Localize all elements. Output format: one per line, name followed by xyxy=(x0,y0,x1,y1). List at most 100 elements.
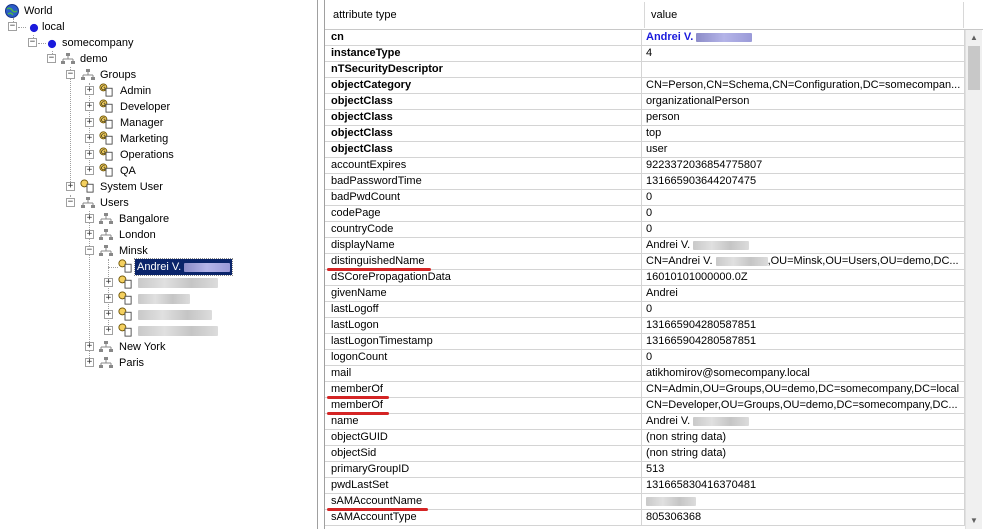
attribute-value[interactable] xyxy=(642,62,965,78)
selected-user-label: Andrei V. xyxy=(133,258,234,276)
attribute-value[interactable]: 805306368 xyxy=(642,510,965,526)
attribute-value[interactable]: 131665903644207475 xyxy=(642,174,965,190)
expand-toggle[interactable]: + xyxy=(85,134,94,143)
attribute-row[interactable]: memberOf CN=Developer,OU=Groups,OU=demo,D… xyxy=(325,398,965,415)
org-unit-icon xyxy=(99,357,113,368)
attribute-value[interactable]: 0 xyxy=(642,350,965,366)
attribute-value[interactable] xyxy=(642,494,965,510)
expand-toggle[interactable]: + xyxy=(104,310,113,319)
attribute-value[interactable]: person xyxy=(642,110,965,126)
attribute-value[interactable]: 9223372036854775807 xyxy=(642,158,965,174)
attribute-row[interactable]: badPasswordTime 131665903644207475 xyxy=(325,174,965,190)
expand-toggle[interactable]: + xyxy=(104,326,113,335)
collapse-toggle[interactable]: − xyxy=(28,38,37,47)
attribute-row[interactable]: accountExpires 9223372036854775807 xyxy=(325,158,965,174)
expand-toggle[interactable]: + xyxy=(85,86,94,95)
scrollbar-thumb[interactable] xyxy=(968,46,980,90)
attribute-value[interactable]: CN=Admin,OU=Groups,OU=demo,DC=somecompan… xyxy=(642,382,965,398)
expand-toggle[interactable]: + xyxy=(85,358,94,367)
expand-toggle[interactable]: + xyxy=(104,294,113,303)
attribute-row[interactable]: name Andrei V. xyxy=(325,414,965,430)
attribute-value[interactable]: Andrei V. xyxy=(642,238,965,254)
attribute-value[interactable]: Andrei xyxy=(642,286,965,302)
attribute-row[interactable]: displayName Andrei V. xyxy=(325,238,965,254)
attribute-row[interactable]: objectClass user xyxy=(325,142,965,158)
attribute-value-text: CN=Person,CN=Schema,CN=Configuration,DC=… xyxy=(646,79,961,91)
attribute-row[interactable]: objectClass organizationalPerson xyxy=(325,94,965,110)
attribute-row[interactable]: countryCode 0 xyxy=(325,222,965,238)
attribute-value[interactable]: CN=Andrei V. ,OU=Minsk,OU=Users,OU=demo,D… xyxy=(642,254,965,270)
attribute-value[interactable]: 0 xyxy=(642,222,965,238)
attribute-row[interactable]: cn Andrei V. xyxy=(325,30,965,46)
attribute-row[interactable]: objectClass top xyxy=(325,126,965,142)
org-unit-icon xyxy=(99,341,113,352)
attribute-value[interactable]: 16010101000000.0Z xyxy=(642,270,965,286)
expand-toggle[interactable]: + xyxy=(85,118,94,127)
attribute-value[interactable]: CN=Person,CN=Schema,CN=Configuration,DC=… xyxy=(642,78,965,94)
collapse-toggle[interactable]: − xyxy=(8,22,17,31)
attribute-value[interactable]: organizationalPerson xyxy=(642,94,965,110)
collapse-toggle[interactable]: − xyxy=(47,54,56,63)
attribute-grid[interactable]: attribute type value cn Andrei V. instance… xyxy=(324,0,983,529)
attribute-row[interactable]: memberOf CN=Admin,OU=Groups,OU=demo,DC=so… xyxy=(325,382,965,399)
attribute-row[interactable]: lastLogoff 0 xyxy=(325,302,965,318)
attribute-value[interactable]: Andrei V. xyxy=(642,414,965,430)
attribute-row[interactable]: primaryGroupID 513 xyxy=(325,462,965,478)
redacted-text xyxy=(138,294,190,304)
attribute-row[interactable]: distinguishedName CN=Andrei V. ,OU=Minsk,O… xyxy=(325,254,965,271)
attribute-row[interactable]: pwdLastSet 131665830416370481 xyxy=(325,478,965,494)
scroll-down-arrow-icon[interactable]: ▼ xyxy=(966,513,982,529)
attribute-row[interactable]: nTSecurityDescriptor xyxy=(325,62,965,78)
collapse-toggle[interactable]: − xyxy=(85,246,94,255)
attribute-row[interactable]: lastLogon 131665904280587851 xyxy=(325,318,965,334)
attribute-row[interactable]: logonCount 0 xyxy=(325,350,965,366)
attribute-value[interactable]: 131665904280587851 xyxy=(642,334,965,350)
expand-toggle[interactable]: + xyxy=(85,150,94,159)
attribute-value[interactable]: CN=Developer,OU=Groups,OU=demo,DC=someco… xyxy=(642,398,965,414)
attribute-value[interactable]: 131665830416370481 xyxy=(642,478,965,494)
attribute-row[interactable]: dSCorePropagationData 16010101000000.0Z xyxy=(325,270,965,286)
attribute-row[interactable]: mail atikhomirov@somecompany.local xyxy=(325,366,965,382)
attribute-row[interactable]: objectClass person xyxy=(325,110,965,126)
expand-toggle[interactable]: + xyxy=(85,102,94,111)
attribute-row[interactable]: objectSid (non string data) xyxy=(325,446,965,462)
attribute-row[interactable]: givenName Andrei xyxy=(325,286,965,302)
attribute-row[interactable]: objectCategory CN=Person,CN=Schema,CN=Con… xyxy=(325,78,965,94)
expand-toggle[interactable]: + xyxy=(104,278,113,287)
attribute-row[interactable]: badPwdCount 0 xyxy=(325,190,965,206)
attribute-value[interactable]: top xyxy=(642,126,965,142)
attribute-value[interactable]: 513 xyxy=(642,462,965,478)
attribute-row[interactable]: sAMAccountType 805306368 xyxy=(325,510,965,526)
attribute-value[interactable]: 0 xyxy=(642,302,965,318)
collapse-toggle[interactable]: − xyxy=(66,70,75,79)
vertical-scrollbar[interactable]: ▲ ▼ xyxy=(965,30,982,529)
column-header-attribute[interactable]: attribute type xyxy=(325,0,642,30)
scroll-up-arrow-icon[interactable]: ▲ xyxy=(966,30,982,46)
attribute-value[interactable]: 0 xyxy=(642,190,965,206)
expand-toggle[interactable]: + xyxy=(85,342,94,351)
expand-toggle[interactable]: + xyxy=(66,182,75,191)
column-header-value[interactable]: value xyxy=(645,0,965,30)
attribute-row[interactable]: codePage 0 xyxy=(325,206,965,222)
svg-text:G: G xyxy=(101,149,106,156)
attribute-value[interactable]: 4 xyxy=(642,46,965,62)
directory-tree[interactable]: World − local − somecompany − demo − Gro… xyxy=(0,0,318,529)
attribute-value[interactable]: user xyxy=(642,142,965,158)
attribute-value[interactable]: Andrei V. xyxy=(642,30,965,46)
attribute-value[interactable]: 131665904280587851 xyxy=(642,318,965,334)
attribute-value[interactable]: atikhomirov@somecompany.local xyxy=(642,366,965,382)
expand-toggle[interactable]: + xyxy=(85,166,94,175)
expand-toggle[interactable]: + xyxy=(85,230,94,239)
attribute-row[interactable]: instanceType 4 xyxy=(325,46,965,62)
collapse-toggle[interactable]: − xyxy=(66,198,75,207)
attribute-row[interactable]: lastLogonTimestamp 131665904280587851 xyxy=(325,334,965,350)
expand-toggle[interactable]: + xyxy=(85,214,94,223)
attribute-value[interactable]: (non string data) xyxy=(642,446,965,462)
attribute-value-text: 4 xyxy=(646,47,653,59)
user-icon xyxy=(118,259,132,273)
attribute-row[interactable]: sAMAccountName xyxy=(325,494,965,511)
group-icon: G xyxy=(99,147,113,161)
attribute-value[interactable]: (non string data) xyxy=(642,430,965,446)
attribute-row[interactable]: objectGUID (non string data) xyxy=(325,430,965,446)
attribute-value[interactable]: 0 xyxy=(642,206,965,222)
